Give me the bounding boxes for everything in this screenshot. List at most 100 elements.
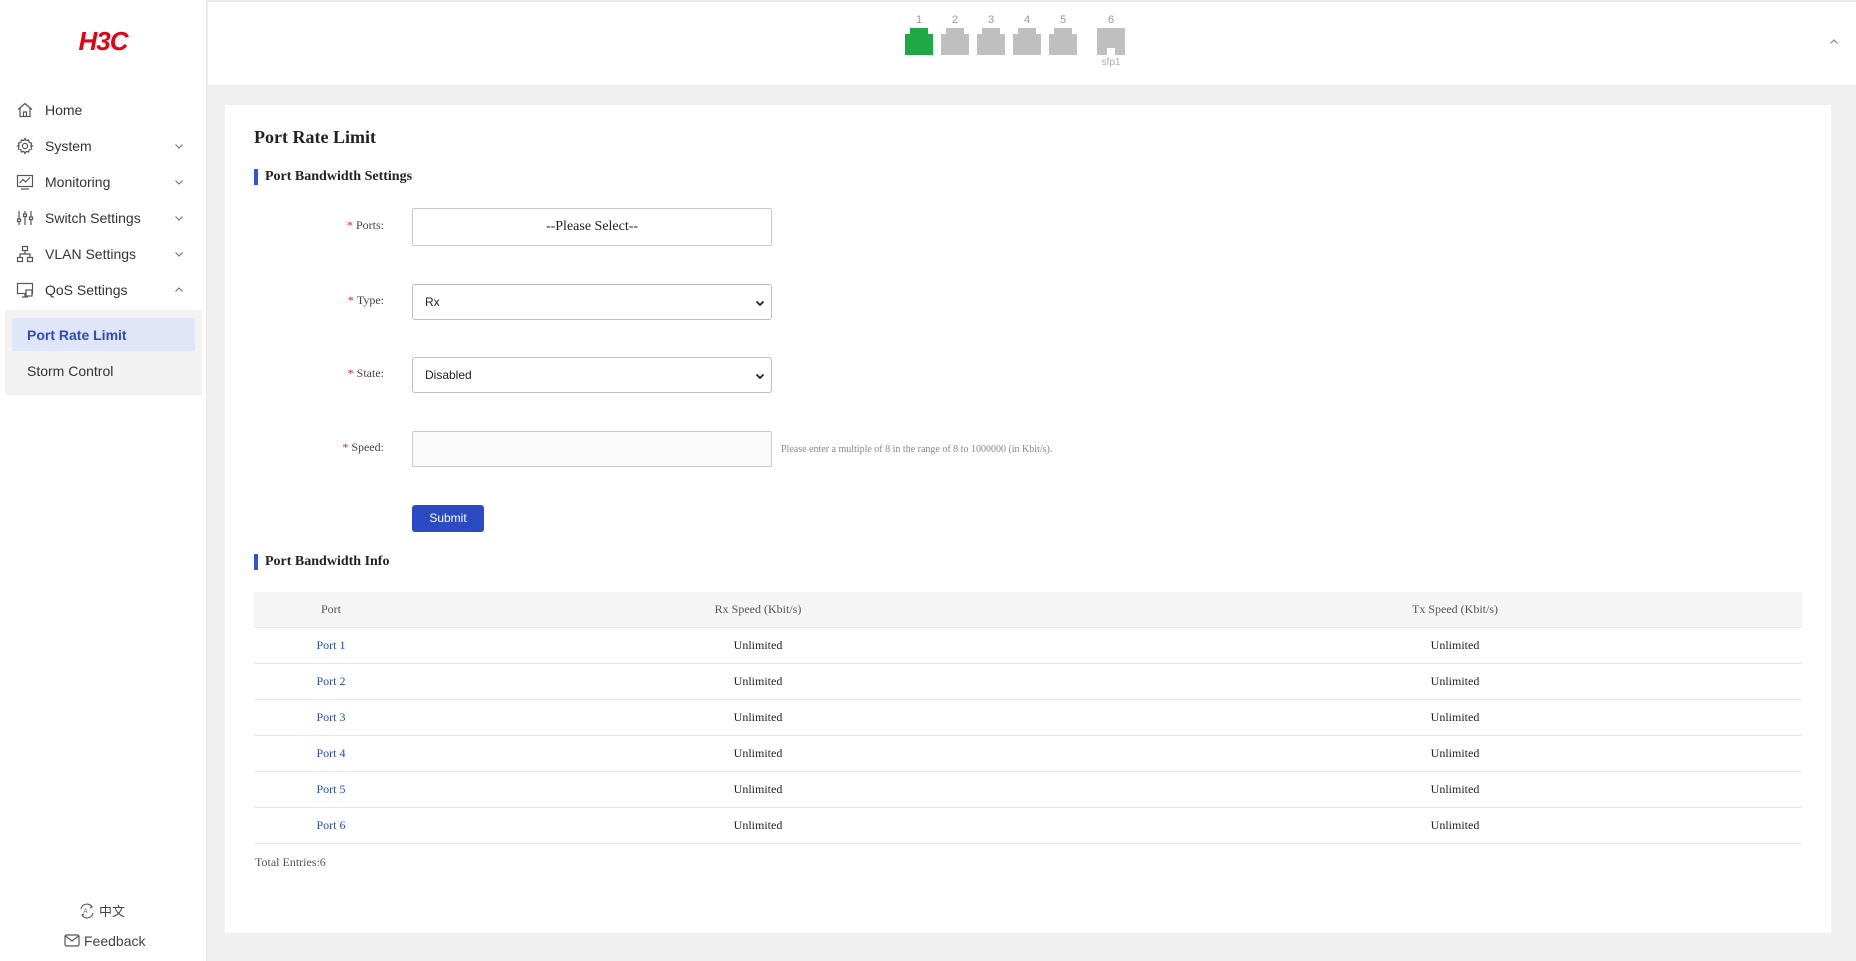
port-4[interactable]: 4: [1013, 12, 1041, 55]
ethernet-port-icon: [905, 28, 933, 55]
state-select-value: Disabled: [425, 368, 472, 382]
speed-input[interactable]: [412, 431, 772, 467]
table-row: Port 5 Unlimited Unlimited: [254, 772, 1802, 808]
h3c-logo[interactable]: H3C: [62, 28, 144, 54]
home-icon: [16, 101, 34, 119]
tx-speed-cell: Unlimited: [1430, 710, 1480, 724]
rx-speed-cell: Unlimited: [733, 638, 783, 652]
ethernet-port-icon: [977, 28, 1005, 55]
port-1[interactable]: 1: [905, 12, 933, 55]
port-bandwidth-table: Port Rx Speed (Kbit/s) Tx Speed (Kbit/s)…: [254, 592, 1802, 844]
ports-selector[interactable]: --Please Select--: [412, 208, 772, 246]
section-title-info: Port Bandwidth Info: [254, 554, 389, 570]
table-row: Port 6 Unlimited Unlimited: [254, 808, 1802, 844]
column-header-tx-speed[interactable]: Tx Speed (Kbit/s): [1108, 602, 1802, 617]
port-number: 2: [951, 14, 959, 26]
port-number: 4: [1023, 14, 1031, 26]
column-header-port[interactable]: Port: [254, 602, 408, 617]
rx-speed-cell: Unlimited: [733, 674, 783, 688]
port-link[interactable]: Port 6: [254, 818, 408, 833]
main-content: Port Rate Limit Port Bandwidth Settings …: [225, 105, 1831, 933]
svg-text:A: A: [84, 909, 88, 915]
port-status-bar: 1 2 3 4 5 6 sfp1: [208, 0, 1856, 86]
sidebar-item-vlan-settings[interactable]: VLAN Settings: [0, 236, 207, 272]
sidebar-item-home[interactable]: Home: [0, 92, 207, 128]
ethernet-port-icon: [941, 28, 969, 55]
sidebar: H3C Home System Monitoring Switch Settin…: [0, 0, 207, 961]
chevron-down-icon: [754, 297, 766, 309]
rx-speed-cell: Unlimited: [733, 710, 783, 724]
port-number: 6: [1107, 14, 1115, 26]
speed-label: * Speed:: [342, 440, 384, 454]
tx-speed-cell: Unlimited: [1430, 674, 1480, 688]
sidebar-item-port-rate-limit[interactable]: Port Rate Limit: [12, 318, 195, 351]
language-label: 中文: [99, 904, 126, 919]
gear-icon: [16, 137, 34, 155]
tx-speed-cell: Unlimited: [1430, 746, 1480, 760]
network-icon: [16, 245, 34, 263]
feedback-label: Feedback: [84, 933, 146, 949]
total-entries: Total Entries:6: [255, 855, 326, 869]
port-link[interactable]: Port 1: [254, 638, 408, 653]
state-label: * State:: [347, 366, 384, 380]
port-link[interactable]: Port 5: [254, 782, 408, 797]
port-number: 3: [987, 14, 995, 26]
sidebar-item-storm-control[interactable]: Storm Control: [12, 354, 195, 387]
tx-speed-cell: Unlimited: [1430, 782, 1480, 796]
monitor-chart-icon: [16, 173, 34, 191]
required-mark: *: [342, 440, 349, 454]
tx-speed-cell: Unlimited: [1430, 818, 1480, 832]
port-number: 1: [915, 14, 923, 26]
chevron-down-icon: [173, 248, 185, 260]
column-header-rx-speed[interactable]: Rx Speed (Kbit/s): [408, 602, 1108, 617]
collapse-header-button[interactable]: [1828, 36, 1840, 48]
table-header: Port Rx Speed (Kbit/s) Tx Speed (Kbit/s): [254, 592, 1802, 628]
sidebar-item-label: Home: [45, 102, 83, 118]
sidebar-item-label: VLAN Settings: [45, 246, 137, 262]
rx-speed-cell: Unlimited: [733, 818, 783, 832]
section-title-settings: Port Bandwidth Settings: [254, 169, 412, 185]
sliders-icon: [16, 209, 34, 227]
port-sublabel: sfp1: [1101, 57, 1121, 68]
feedback-link[interactable]: Feedback: [63, 932, 145, 950]
feedback-icon: [64, 934, 80, 947]
state-select[interactable]: Disabled: [412, 357, 772, 393]
svg-text:H3C: H3C: [78, 28, 129, 54]
type-select[interactable]: Rx: [412, 284, 772, 320]
required-mark: *: [347, 293, 354, 307]
port-link[interactable]: Port 2: [254, 674, 408, 689]
tx-speed-cell: Unlimited: [1430, 638, 1480, 652]
speed-hint: Please enter a multiple of 8 in the rang…: [781, 444, 1053, 455]
ethernet-port-icon: [1049, 28, 1077, 55]
port-3[interactable]: 3: [977, 12, 1005, 55]
table-row: Port 2 Unlimited Unlimited: [254, 664, 1802, 700]
sidebar-item-switch-settings[interactable]: Switch Settings: [0, 200, 207, 236]
language-switch[interactable]: A 中文: [79, 901, 125, 920]
type-label: * Type:: [347, 293, 384, 307]
sidebar-item-system[interactable]: System: [0, 128, 207, 164]
sidebar-item-qos-settings[interactable]: QoS Settings: [0, 272, 207, 308]
type-select-value: Rx: [425, 295, 440, 309]
qos-icon: [16, 281, 34, 299]
required-mark: *: [346, 218, 353, 232]
sidebar-item-monitoring[interactable]: Monitoring: [0, 164, 207, 200]
port-2[interactable]: 2: [941, 12, 969, 55]
chevron-down-icon: [173, 176, 185, 188]
port-number: 5: [1059, 14, 1067, 26]
speed-field[interactable]: [413, 432, 771, 466]
table-row: Port 4 Unlimited Unlimited: [254, 736, 1802, 772]
table-row: Port 3 Unlimited Unlimited: [254, 700, 1802, 736]
port-link[interactable]: Port 4: [254, 746, 408, 761]
ports-label: * Ports:: [346, 218, 384, 232]
ethernet-port-icon: [1013, 28, 1041, 55]
chevron-down-icon: [173, 212, 185, 224]
sidebar-item-label: Switch Settings: [45, 210, 141, 226]
port-5[interactable]: 5: [1049, 12, 1077, 55]
sidebar-nav: Home System Monitoring Switch Settings V…: [0, 92, 207, 395]
submit-button[interactable]: Submit: [412, 505, 484, 532]
table-row: Port 1 Unlimited Unlimited: [254, 628, 1802, 664]
port-6[interactable]: 6 sfp1: [1097, 12, 1125, 68]
port-link[interactable]: Port 3: [254, 710, 408, 725]
sidebar-item-label: QoS Settings: [45, 282, 128, 298]
sfp-port-icon: [1097, 28, 1125, 55]
